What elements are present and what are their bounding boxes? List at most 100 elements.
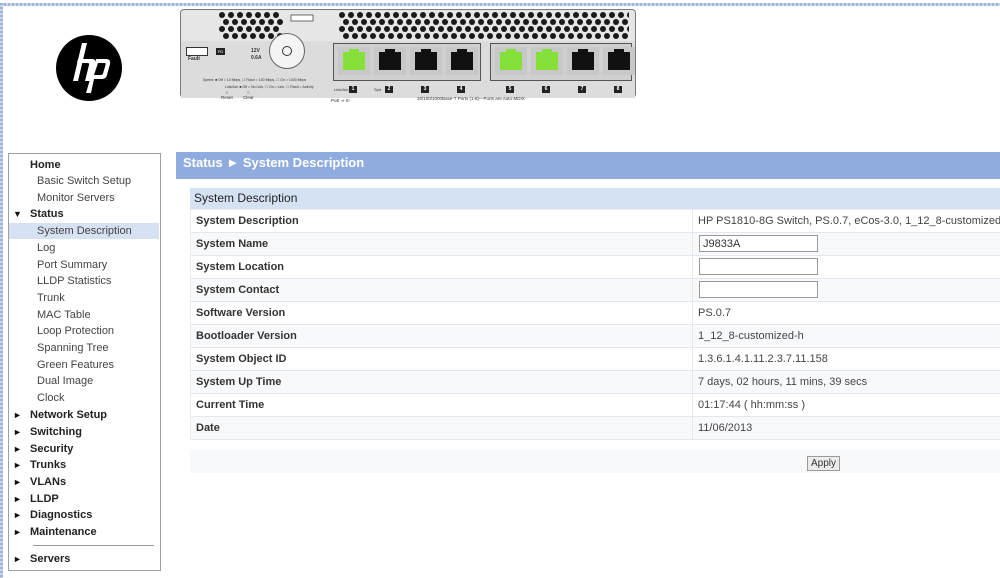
sidebar-item-system-description[interactable]: System Description (9, 223, 159, 239)
collapsed-arrow-icon[interactable]: ► (13, 407, 22, 423)
rj45-jack-icon (379, 49, 401, 70)
fault-indicator (186, 47, 208, 56)
vent-hole (492, 26, 498, 32)
vent-hole (447, 12, 453, 18)
vent-hole (456, 12, 462, 18)
vent-hole (528, 12, 534, 18)
vent-hole (559, 19, 565, 25)
sidebar-item-green-features[interactable]: Green Features (9, 357, 159, 373)
sidebar-item-label: Trunks (30, 459, 67, 471)
system-contact-input[interactable] (699, 281, 818, 298)
vent-hole (273, 12, 279, 18)
rj45-jack-icon (608, 49, 630, 70)
sidebar-item-label: Switching (30, 426, 82, 438)
vent-hole (564, 26, 570, 32)
link-legend: Link/Act: ■ Off = No Link, ☐ On = Link, … (225, 85, 314, 89)
sidebar-item-lldp[interactable]: ► LLDP (9, 491, 159, 507)
vent-hole (456, 26, 462, 32)
collapsed-arrow-icon[interactable]: ► (13, 457, 22, 473)
sidebar-item-vlans[interactable]: ► VLANs (9, 474, 159, 490)
sidebar-item-servers[interactable]: ► Servers (9, 551, 159, 567)
sidebar-item-basic-switch-setup[interactable]: Basic Switch Setup (9, 173, 159, 189)
port-number-label: 5 (506, 86, 514, 93)
clear-button[interactable]: ○ Clear (243, 90, 254, 100)
vent-hole (411, 26, 417, 32)
collapsed-arrow-icon[interactable]: ► (13, 551, 22, 567)
vent-hole (451, 19, 457, 25)
vent-hole (519, 12, 525, 18)
table-title: System Description (190, 188, 1000, 210)
vent-hole (379, 33, 385, 39)
sidebar-item-dual-image[interactable]: Dual Image (9, 373, 159, 389)
sidebar-item-switching[interactable]: ► Switching (9, 424, 159, 440)
vent-hole (460, 33, 466, 39)
apply-button[interactable]: Apply (807, 456, 840, 471)
sidebar-item-maintenance[interactable]: ► Maintenance (9, 524, 159, 540)
vent-hole (586, 33, 592, 39)
sidebar-item-trunk[interactable]: Trunk (9, 290, 159, 306)
vent-hole (384, 12, 390, 18)
sidebar-item-label: Spanning Tree (37, 342, 109, 354)
vent-hole (532, 33, 538, 39)
vent-hole (237, 12, 243, 18)
vent-hole (375, 26, 381, 32)
expanded-arrow-icon[interactable]: ▼ (13, 206, 22, 222)
vent-hole (442, 33, 448, 39)
window-frame-left (0, 3, 3, 578)
vent-hole (582, 12, 588, 18)
sidebar-item-label: Trunk (37, 292, 65, 304)
vent-hole (232, 33, 238, 39)
reset-label: Reset (221, 95, 233, 100)
collapsed-arrow-icon[interactable]: ► (13, 507, 22, 523)
system-name-input[interactable] (699, 235, 818, 252)
sidebar-item-mac-table[interactable]: MAC Table (9, 307, 159, 323)
sidebar-item-label: LLDP (30, 493, 59, 505)
system-location-input[interactable] (699, 258, 818, 275)
vent-hole (577, 33, 583, 39)
sidebar-item-monitor-servers[interactable]: Monitor Servers (9, 190, 159, 206)
vent-hole (241, 33, 247, 39)
field-label: System Name (190, 233, 693, 255)
sidebar-item-diagnostics[interactable]: ► Diagnostics (9, 507, 159, 523)
collapsed-arrow-icon[interactable]: ► (13, 474, 22, 490)
collapsed-arrow-icon[interactable]: ► (13, 441, 22, 457)
vent-hole (415, 19, 421, 25)
port-group-1-4 (333, 43, 481, 81)
sidebar-item-log[interactable]: Log (9, 240, 159, 256)
collapsed-arrow-icon[interactable]: ► (13, 524, 22, 540)
vent-hole (604, 33, 610, 39)
port-number-label: 6 (542, 86, 550, 93)
vent-hole (609, 12, 615, 18)
vent-hole (613, 33, 619, 39)
vent-hole (255, 12, 261, 18)
sidebar-item-security[interactable]: ► Security (9, 441, 159, 457)
table-row: System Object ID 1.3.6.1.4.1.11.2.3.7.11.… (190, 348, 1000, 371)
vent-hole (573, 26, 579, 32)
sidebar-item-home[interactable]: Home (9, 157, 159, 173)
field-value: PS.0.7 (698, 307, 732, 319)
rj45-jack-icon (500, 49, 522, 70)
sidebar-item-status[interactable]: ▼ Status (9, 206, 159, 222)
sidebar-item-spanning-tree[interactable]: Spanning Tree (9, 340, 159, 356)
vent-hole (627, 26, 629, 32)
collapsed-arrow-icon[interactable]: ► (13, 491, 22, 507)
vent-hole (582, 26, 588, 32)
pd-indicator: PD (216, 48, 225, 55)
sidebar-item-trunks[interactable]: ► Trunks (9, 457, 159, 473)
vent-hole (537, 12, 543, 18)
vent-hole (348, 12, 354, 18)
vent-hole (505, 33, 511, 39)
sidebar-item-clock[interactable]: Clock (9, 390, 159, 406)
collapsed-arrow-icon[interactable]: ► (13, 424, 22, 440)
sidebar-item-port-summary[interactable]: Port Summary (9, 257, 159, 273)
vent-hole (438, 26, 444, 32)
sidebar-item-lldp-statistics[interactable]: LLDP Statistics (9, 273, 159, 289)
reset-button[interactable]: ○ Reset (221, 90, 233, 100)
vent-hole (343, 19, 349, 25)
sidebar-item-loop-protection[interactable]: Loop Protection (9, 323, 159, 339)
sidebar-item-network-setup[interactable]: ► Network Setup (9, 407, 159, 423)
fault-label: Fault (188, 56, 200, 62)
vent-hole (528, 26, 534, 32)
field-label: System Location (190, 256, 693, 278)
ethernet-port-4 (446, 47, 478, 75)
